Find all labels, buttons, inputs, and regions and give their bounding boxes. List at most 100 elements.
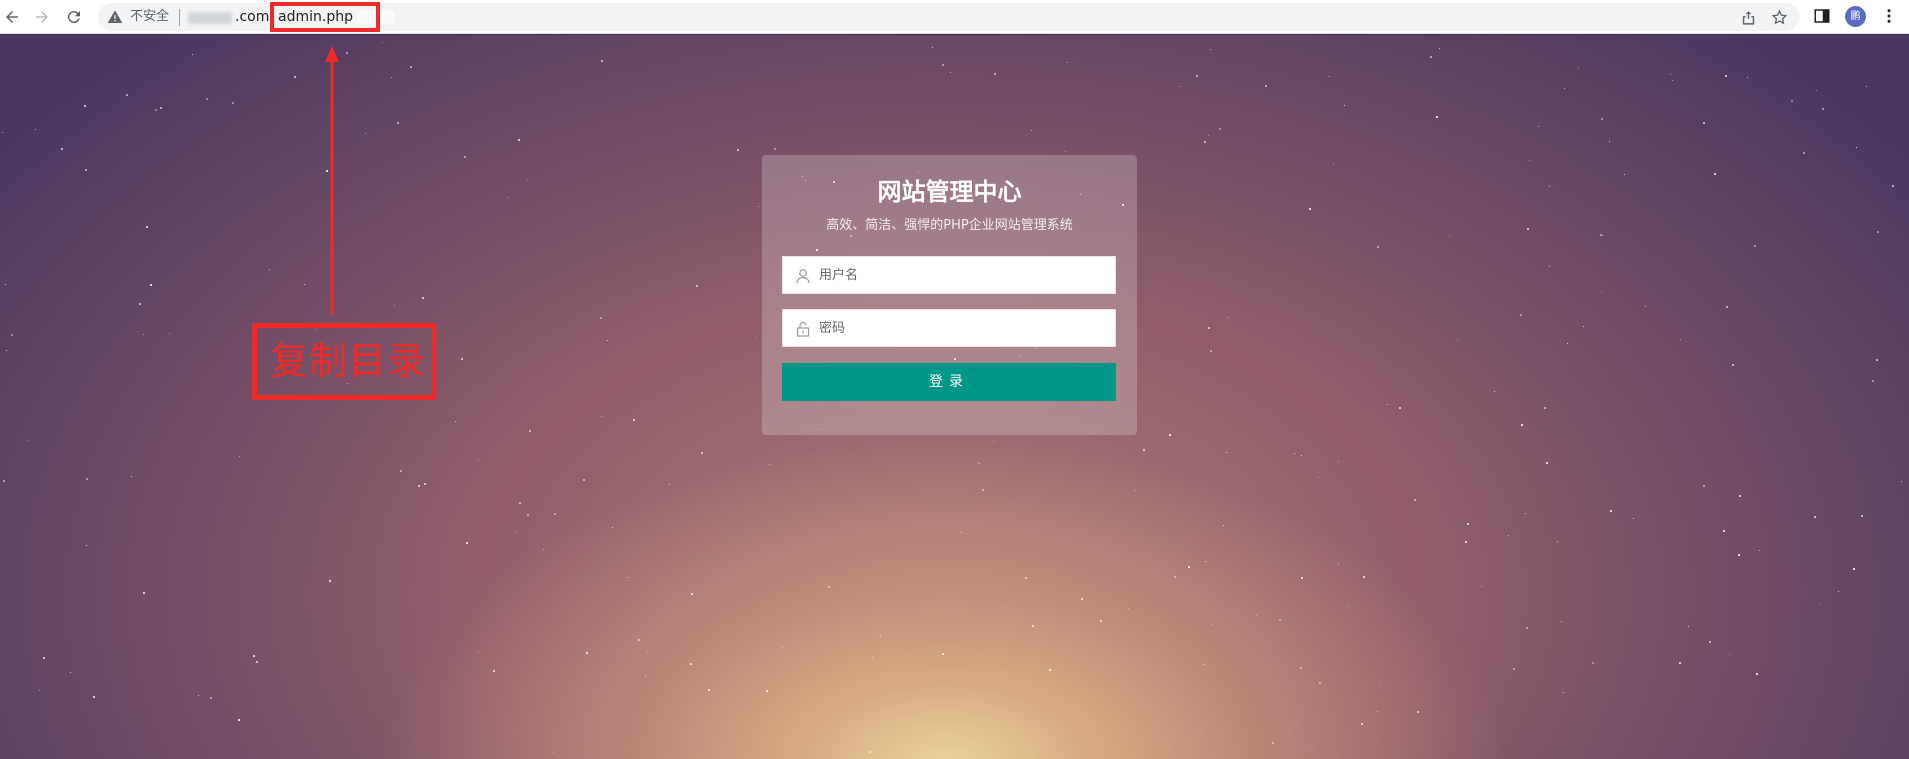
star xyxy=(982,489,984,491)
star xyxy=(1703,122,1705,124)
star xyxy=(232,102,234,104)
star xyxy=(43,657,45,659)
star xyxy=(737,149,739,151)
star xyxy=(1377,246,1379,248)
star xyxy=(253,655,255,657)
star xyxy=(126,94,128,96)
star xyxy=(1399,407,1401,409)
warning-icon xyxy=(107,10,123,23)
star xyxy=(869,751,871,753)
annotation-label: 复制目录 xyxy=(270,339,427,383)
star xyxy=(1204,141,1206,143)
password-field[interactable] xyxy=(782,309,1116,347)
star xyxy=(466,542,468,544)
star xyxy=(206,98,208,100)
star xyxy=(1756,673,1758,675)
star xyxy=(1853,568,1855,570)
star xyxy=(1219,128,1221,130)
lock-icon xyxy=(796,321,810,337)
star xyxy=(238,719,240,721)
more-menu-icon[interactable] xyxy=(1880,7,1898,25)
star xyxy=(1822,108,1824,110)
share-icon[interactable] xyxy=(1740,9,1757,26)
star xyxy=(942,64,944,66)
star xyxy=(1309,208,1311,210)
password-input[interactable] xyxy=(819,310,1109,346)
star xyxy=(461,358,463,360)
star xyxy=(1803,152,1805,154)
star xyxy=(150,284,152,286)
star xyxy=(1032,625,1034,627)
star xyxy=(1526,627,1528,629)
star xyxy=(766,690,768,692)
star xyxy=(1726,306,1728,308)
star xyxy=(400,470,402,472)
reload-icon xyxy=(67,11,80,24)
arrow-right-icon xyxy=(36,11,48,23)
star xyxy=(1738,554,1740,556)
login-panel: 网站管理中心 高效、简洁、强悍的PHP企业网站管理系统 登录 xyxy=(762,155,1137,435)
star xyxy=(1430,56,1432,58)
star xyxy=(1703,485,1705,487)
star xyxy=(1725,75,1727,77)
star xyxy=(1732,364,1734,366)
star xyxy=(529,430,531,432)
star xyxy=(422,297,424,299)
star xyxy=(1814,516,1816,518)
star xyxy=(1143,449,1145,451)
profile-avatar[interactable]: 鹏 xyxy=(1845,6,1866,27)
blurred-domain xyxy=(188,12,232,24)
star xyxy=(554,513,556,515)
star xyxy=(93,696,95,698)
star xyxy=(1208,327,1210,329)
star xyxy=(633,419,635,421)
star xyxy=(1100,620,1102,622)
star xyxy=(1521,424,1523,426)
star xyxy=(1361,723,1363,725)
star xyxy=(774,148,776,150)
username-field[interactable] xyxy=(782,256,1116,294)
star xyxy=(397,122,399,124)
star xyxy=(1417,711,1419,713)
login-button[interactable]: 登录 xyxy=(782,363,1116,401)
annotation-url-highlight xyxy=(270,2,380,32)
star xyxy=(3,480,5,482)
star xyxy=(256,661,258,663)
star xyxy=(1610,510,1612,512)
star xyxy=(1414,499,1416,501)
star xyxy=(61,148,63,150)
page-title: 网站管理中心 xyxy=(877,178,1022,206)
star xyxy=(1279,619,1281,621)
star xyxy=(942,653,944,655)
forward-button[interactable] xyxy=(31,6,53,28)
domain-suffix: .com xyxy=(235,9,270,25)
side-panel-icon[interactable] xyxy=(1813,7,1831,25)
star xyxy=(708,689,710,691)
back-button[interactable] xyxy=(1,6,23,28)
star xyxy=(346,52,348,54)
star xyxy=(1363,576,1365,578)
arrow-left-icon xyxy=(6,11,18,23)
star xyxy=(139,303,141,305)
star xyxy=(1436,116,1438,118)
star xyxy=(160,107,162,109)
star xyxy=(1513,668,1515,670)
star xyxy=(493,670,495,672)
star xyxy=(1861,515,1863,517)
star xyxy=(518,139,520,141)
bookmark-star-icon[interactable] xyxy=(1771,9,1788,26)
star xyxy=(1527,228,1529,230)
star xyxy=(601,60,603,62)
star xyxy=(424,483,426,485)
star xyxy=(600,317,602,319)
annotation-arrow-icon xyxy=(325,46,339,314)
reload-button[interactable] xyxy=(63,6,85,28)
username-input[interactable] xyxy=(819,257,1109,293)
star xyxy=(1877,231,1879,233)
star xyxy=(1049,669,1051,671)
star xyxy=(84,105,86,107)
star xyxy=(1196,75,1198,77)
star xyxy=(1876,359,1878,361)
star xyxy=(701,452,703,454)
star xyxy=(1723,530,1725,532)
